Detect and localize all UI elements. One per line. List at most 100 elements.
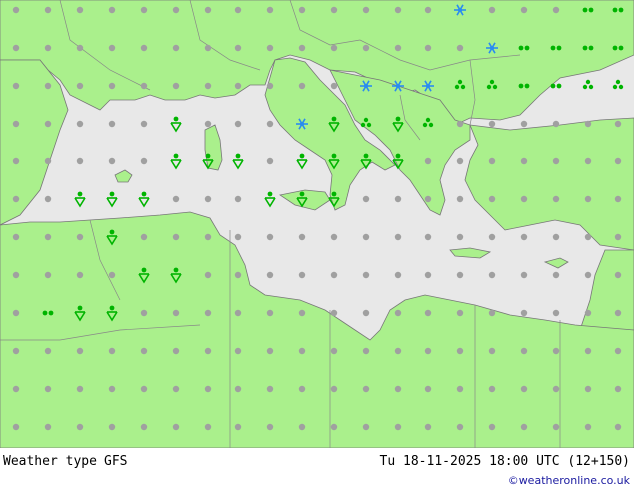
dry-dot-icon [204,385,212,393]
dry-dot-icon [298,423,306,431]
dry-dot-icon [12,233,20,241]
dry-dot-icon [204,6,212,14]
dry-dot-icon [520,423,528,431]
dry-dot-icon [520,120,528,128]
dry-dot-icon [614,233,622,241]
dry-dot-icon [394,347,402,355]
dry-dot-icon [234,82,242,90]
dry-dot-icon [362,233,370,241]
dry-dot-icon [552,120,560,128]
dry-dot-icon [456,195,464,203]
dry-dot-icon [456,309,464,317]
dry-dot-icon [552,195,560,203]
dry-dot-icon [394,44,402,52]
dry-dot-icon [584,271,592,279]
dry-dot-icon [12,309,20,317]
dry-dot-icon [266,423,274,431]
dry-dot-icon [266,233,274,241]
dry-dot-icon [76,233,84,241]
dry-dot-icon [488,385,496,393]
dry-dot-icon [172,385,180,393]
dry-dot-icon [172,82,180,90]
dry-dot-icon [584,347,592,355]
dry-dot-icon [584,309,592,317]
dry-dot-icon [614,309,622,317]
dry-dot-icon [234,195,242,203]
dry-dot-icon [330,423,338,431]
dry-dot-icon [614,157,622,165]
dry-dot-icon [552,233,560,241]
dry-dot-icon [552,157,560,165]
dry-dot-icon [456,233,464,241]
dry-dot-icon [266,157,274,165]
dry-dot-icon [330,233,338,241]
dry-dot-icon [172,6,180,14]
dry-dot-icon [584,157,592,165]
dry-dot-icon [456,385,464,393]
dry-dot-icon [520,195,528,203]
dry-dot-icon [204,423,212,431]
dry-dot-icon [76,157,84,165]
dry-dot-icon [330,82,338,90]
dry-dot-icon [614,385,622,393]
dry-dot-icon [362,195,370,203]
dry-dot-icon [424,195,432,203]
dry-dot-icon [552,423,560,431]
dry-dot-icon [12,44,20,52]
dry-dot-icon [298,6,306,14]
dry-dot-icon [12,195,20,203]
dry-dot-icon [362,44,370,52]
dry-dot-icon [266,82,274,90]
dry-dot-icon [44,385,52,393]
dry-dot-icon [76,385,84,393]
dry-dot-icon [584,195,592,203]
dry-dot-icon [76,44,84,52]
dry-dot-icon [614,347,622,355]
dry-dot-icon [362,347,370,355]
dry-dot-icon [520,233,528,241]
dry-dot-icon [520,347,528,355]
dry-dot-icon [234,233,242,241]
dry-dot-icon [456,423,464,431]
dry-dot-icon [266,44,274,52]
dry-dot-icon [394,233,402,241]
dry-dot-icon [234,271,242,279]
dry-dot-icon [108,157,116,165]
dry-dot-icon [552,271,560,279]
dry-dot-icon [140,44,148,52]
credit-link[interactable]: ©weatheronline.co.uk [508,474,630,487]
dry-dot-icon [12,120,20,128]
dry-dot-icon [12,82,20,90]
dry-dot-icon [172,423,180,431]
dry-dot-icon [584,120,592,128]
dry-dot-icon [108,347,116,355]
dry-dot-icon [488,6,496,14]
dry-dot-icon [140,82,148,90]
dry-dot-icon [394,6,402,14]
dry-dot-icon [140,157,148,165]
dry-dot-icon [76,82,84,90]
dry-dot-icon [44,195,52,203]
dry-dot-icon [362,309,370,317]
dry-dot-icon [552,385,560,393]
weather-map [0,0,634,448]
dry-dot-icon [204,195,212,203]
dry-dot-icon [298,82,306,90]
dry-dot-icon [456,44,464,52]
dry-dot-icon [204,271,212,279]
dry-dot-icon [108,120,116,128]
map-title: Weather type [3,454,97,469]
dry-dot-icon [424,44,432,52]
dry-dot-icon [266,347,274,355]
dry-dot-icon [488,120,496,128]
dry-dot-icon [424,423,432,431]
dry-dot-icon [12,271,20,279]
dry-dot-icon [614,195,622,203]
dry-dot-icon [424,157,432,165]
dry-dot-icon [424,347,432,355]
dry-dot-icon [362,385,370,393]
dry-dot-icon [330,309,338,317]
dry-dot-icon [584,385,592,393]
dry-dot-icon [488,233,496,241]
dry-dot-icon [108,271,116,279]
